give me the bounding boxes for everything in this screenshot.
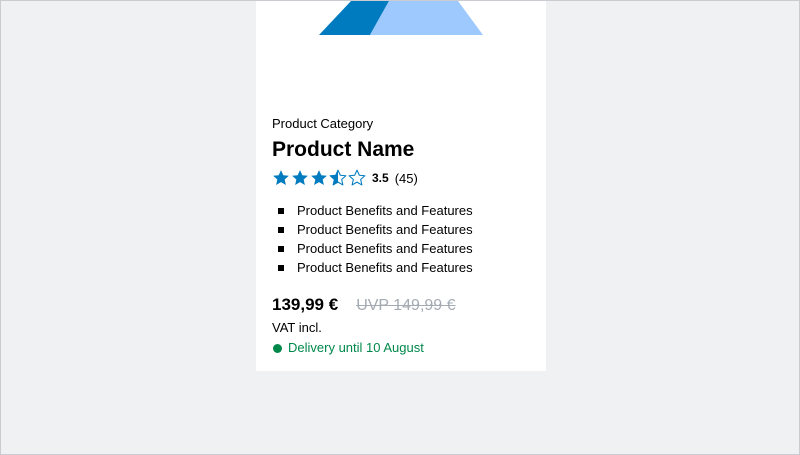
- benefit-text: Product Benefits and Features: [297, 222, 473, 237]
- benefit-item: Product Benefits and Features: [272, 220, 532, 239]
- vat-note: VAT incl.: [272, 320, 322, 335]
- benefit-text: Product Benefits and Features: [297, 203, 473, 218]
- star-full-icon: [292, 170, 308, 185]
- product-info: Product Category Product Name 3.5 (45) P…: [272, 115, 532, 357]
- benefits-list: Product Benefits and Features Product Be…: [272, 201, 532, 277]
- bullet-icon: [278, 226, 284, 233]
- product-name[interactable]: Product Name: [272, 137, 532, 163]
- price: 139,99 €: [272, 295, 339, 314]
- product-image-light-shape: [370, 1, 483, 35]
- uvp-price: UVP 149,99 €: [356, 297, 456, 314]
- bullet-icon: [278, 264, 284, 271]
- status-dot-icon: [273, 343, 282, 353]
- product-rating[interactable]: 3.5 (45): [272, 167, 532, 189]
- benefit-item: Product Benefits and Features: [272, 239, 532, 258]
- star-half-icon: [329, 169, 347, 186]
- rating-stars: [272, 169, 366, 187]
- price-row: 139,99 € UVP 149,99 €: [272, 295, 532, 315]
- benefit-text: Product Benefits and Features: [297, 260, 473, 275]
- bullet-icon: [278, 245, 284, 252]
- star-empty-icon: [348, 169, 366, 186]
- bullet-icon: [278, 207, 284, 214]
- benefit-text: Product Benefits and Features: [297, 241, 473, 256]
- rating-count: (45): [394, 170, 418, 186]
- benefit-item: Product Benefits and Features: [272, 258, 532, 277]
- product-card[interactable]: Product Category Product Name 3.5 (45) P…: [256, 1, 546, 371]
- product-image[interactable]: [256, 1, 546, 101]
- benefit-item: Product Benefits and Features: [272, 201, 532, 220]
- product-category: Product Category: [272, 116, 374, 131]
- star-full-icon: [311, 170, 327, 185]
- star-full-icon: [273, 170, 289, 185]
- delivery-status: Delivery until 10 August: [272, 339, 532, 357]
- rating-value: 3.5: [372, 171, 389, 185]
- delivery-text: Delivery until 10 August: [288, 340, 424, 355]
